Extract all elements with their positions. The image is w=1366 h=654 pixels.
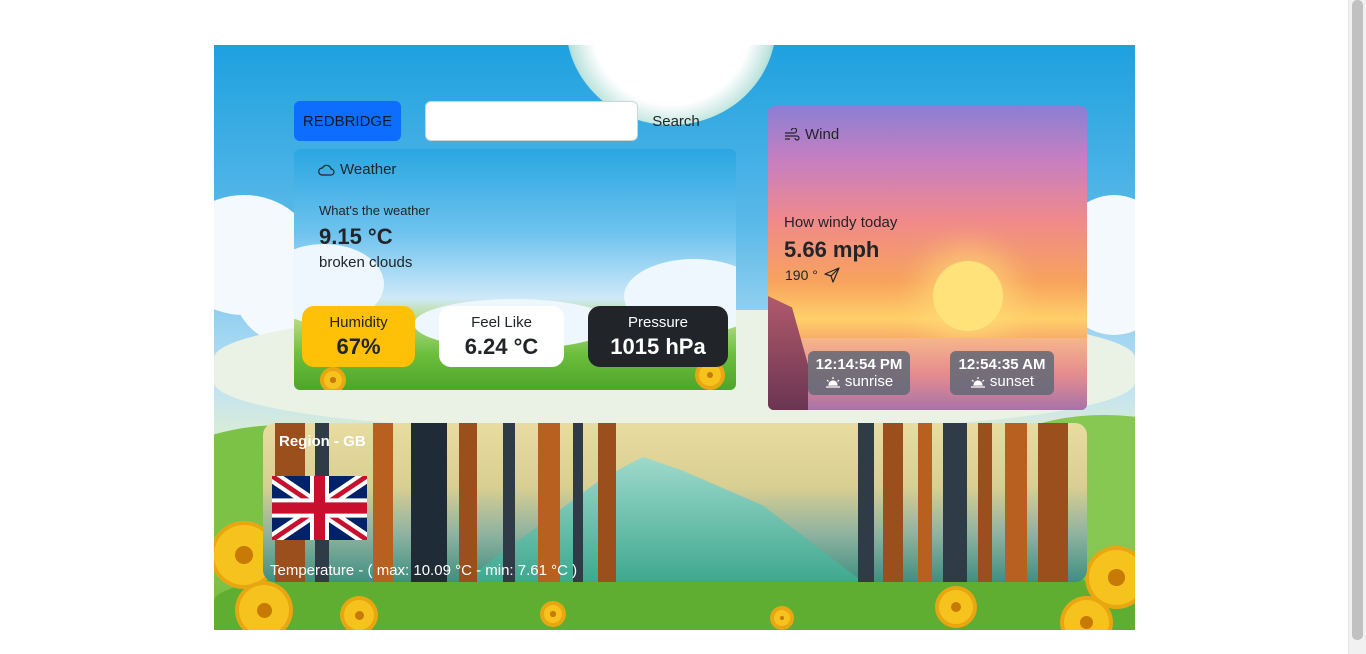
feel-like-badge: Feel Like 6.24 °C — [439, 306, 564, 367]
weather-title: Weather — [318, 161, 396, 178]
sunset-icon — [970, 376, 985, 388]
tree-trunk — [411, 423, 447, 582]
city-button[interactable]: REDBRIDGE — [294, 101, 401, 141]
sunset-illustration — [933, 261, 1003, 331]
scrollbar-thumb[interactable] — [1352, 0, 1363, 640]
wind-direction-value: 190 ° — [785, 267, 818, 283]
flower-illustration — [324, 371, 342, 389]
tree-trunk — [1038, 423, 1068, 582]
temperature-range: Temperature - ( max: 10.09 °C - min: 7.6… — [270, 562, 578, 579]
region-title: Region - GB — [279, 433, 366, 450]
sunset-time: 12:54:35 AM — [958, 356, 1046, 373]
sunset-row: sunset — [970, 373, 1034, 390]
flower-illustration — [699, 364, 721, 386]
wind-direction: 190 ° — [785, 267, 840, 283]
sunrise-time: 12:14:54 PM — [815, 356, 903, 373]
weather-subtitle: What's the weather — [319, 203, 430, 218]
tree-trunk — [883, 423, 903, 582]
sunrise-pill: 12:14:54 PM sunrise — [808, 351, 910, 395]
tree-trunk — [943, 423, 967, 582]
sunrise-icon — [825, 376, 840, 388]
tree-trunk — [978, 423, 992, 582]
flower-illustration — [774, 610, 790, 626]
cloud-icon — [318, 164, 335, 176]
flower-illustration — [239, 585, 289, 630]
humidity-value: 67% — [336, 333, 381, 359]
search-input[interactable] — [425, 101, 638, 141]
flower-illustration — [939, 590, 973, 624]
wind-speed-value: 5.66 mph — [784, 237, 880, 262]
tree-trunk — [538, 423, 560, 582]
flower-illustration — [344, 600, 374, 630]
temperature-value: 9.15 °C — [319, 224, 393, 249]
tree-trunk — [373, 423, 393, 582]
sunset-pill: 12:54:35 AM sunset — [950, 351, 1054, 395]
feel-like-label: Feel Like — [471, 313, 532, 331]
region-card — [263, 423, 1087, 582]
search-button[interactable]: Search — [644, 101, 708, 141]
wind-title-label: Wind — [805, 126, 840, 143]
page-scrollbar[interactable] — [1348, 0, 1366, 654]
weather-title-label: Weather — [340, 161, 397, 178]
pressure-badge: Pressure 1015 hPa — [588, 306, 728, 367]
send-arrow-icon — [824, 267, 840, 283]
wind-title: Wind — [784, 126, 839, 143]
tree-trunk — [1005, 423, 1027, 582]
flower-illustration — [544, 605, 562, 623]
tree-trunk — [598, 423, 616, 582]
tree-trunk — [918, 423, 932, 582]
humidity-badge: Humidity 67% — [302, 306, 415, 367]
feel-like-value: 6.24 °C — [464, 333, 539, 359]
sunrise-row: sunrise — [825, 373, 893, 390]
tree-trunk — [459, 423, 477, 582]
sunset-label: sunset — [989, 373, 1035, 390]
weather-description: broken clouds — [319, 254, 413, 271]
humidity-label: Humidity — [329, 313, 388, 331]
pressure-value: 1015 hPa — [610, 333, 706, 359]
sunrise-label: sunrise — [844, 373, 894, 390]
tree-trunk — [858, 423, 874, 582]
tree-trunk — [573, 423, 583, 582]
tree-trunk — [503, 423, 515, 582]
rock-illustration — [768, 296, 808, 410]
wind-subtitle: How windy today — [784, 214, 898, 231]
uk-flag-image — [272, 476, 367, 540]
wind-icon — [785, 127, 800, 141]
flower-illustration — [1089, 550, 1135, 605]
pressure-label: Pressure — [627, 313, 689, 331]
